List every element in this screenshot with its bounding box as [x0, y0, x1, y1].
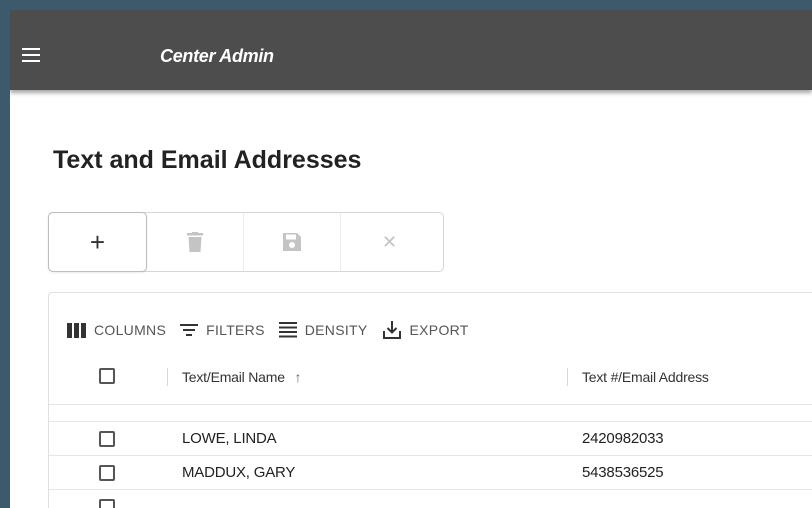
cancel-button[interactable]: ✕ — [341, 213, 438, 271]
delete-icon — [187, 232, 203, 252]
column-header-address[interactable]: Text #/Email Address — [582, 369, 709, 385]
delete-button[interactable] — [147, 213, 244, 271]
cell-address: 5438536525 — [582, 464, 664, 481]
cell-name: MADDUX, GARY — [182, 464, 296, 481]
density-label: DENSITY — [304, 322, 368, 338]
column-separator[interactable] — [567, 368, 568, 386]
cancel-icon: ✕ — [381, 231, 398, 252]
column-separator[interactable] — [167, 368, 168, 386]
row-checkbox[interactable] — [99, 499, 115, 508]
table-row[interactable] — [49, 490, 812, 508]
save-icon — [283, 233, 301, 251]
columns-label: COLUMNS — [94, 322, 167, 338]
columns-button[interactable]: COLUMNS — [67, 322, 166, 338]
grid-toolbar: COLUMNS FILTERS DENSITY EXPORT — [67, 319, 483, 341]
data-grid: COLUMNS FILTERS DENSITY EXPORT Text/Emai… — [48, 292, 812, 508]
save-button[interactable] — [244, 213, 341, 271]
action-toolbar: + ✕ — [48, 212, 444, 272]
columns-icon — [67, 322, 86, 338]
density-button[interactable]: DENSITY — [278, 322, 368, 338]
export-label: EXPORT — [409, 322, 469, 338]
column-header-name[interactable]: Text/Email Name ↑ — [182, 369, 302, 385]
sort-ascending-icon[interactable]: ↑ — [295, 369, 302, 385]
menu-icon[interactable] — [22, 48, 40, 62]
filter-icon — [180, 324, 199, 336]
column-header-name-label: Text/Email Name — [182, 369, 285, 385]
table-row[interactable]: LOWE, LINDA 2420982033 — [49, 422, 812, 456]
row-checkbox[interactable] — [99, 465, 115, 481]
table-row[interactable]: MADDUX, GARY 5438536525 — [49, 456, 812, 490]
cell-name: LOWE, LINDA — [182, 430, 277, 447]
page-title: Text and Email Addresses — [53, 146, 362, 174]
column-header-address-label: Text #/Email Address — [582, 369, 709, 385]
app-bar: Center Admin — [10, 10, 812, 90]
add-icon: + — [89, 227, 106, 257]
export-button[interactable]: EXPORT — [382, 320, 469, 340]
app-window: Center Admin Text and Email Addresses + … — [10, 10, 812, 508]
add-button[interactable]: + — [48, 212, 147, 272]
grid-header: Text/Email Name ↑ Text #/Email Address — [49, 350, 812, 405]
app-title: Center Admin — [160, 46, 274, 66]
export-icon — [382, 321, 401, 339]
filters-button[interactable]: FILTERS — [180, 322, 265, 338]
table-row-spacer — [49, 405, 812, 422]
select-all-checkbox[interactable] — [99, 368, 115, 384]
cell-address: 2420982033 — [582, 430, 664, 447]
density-icon — [278, 322, 297, 338]
filters-label: FILTERS — [206, 322, 265, 338]
row-checkbox[interactable] — [99, 431, 115, 447]
